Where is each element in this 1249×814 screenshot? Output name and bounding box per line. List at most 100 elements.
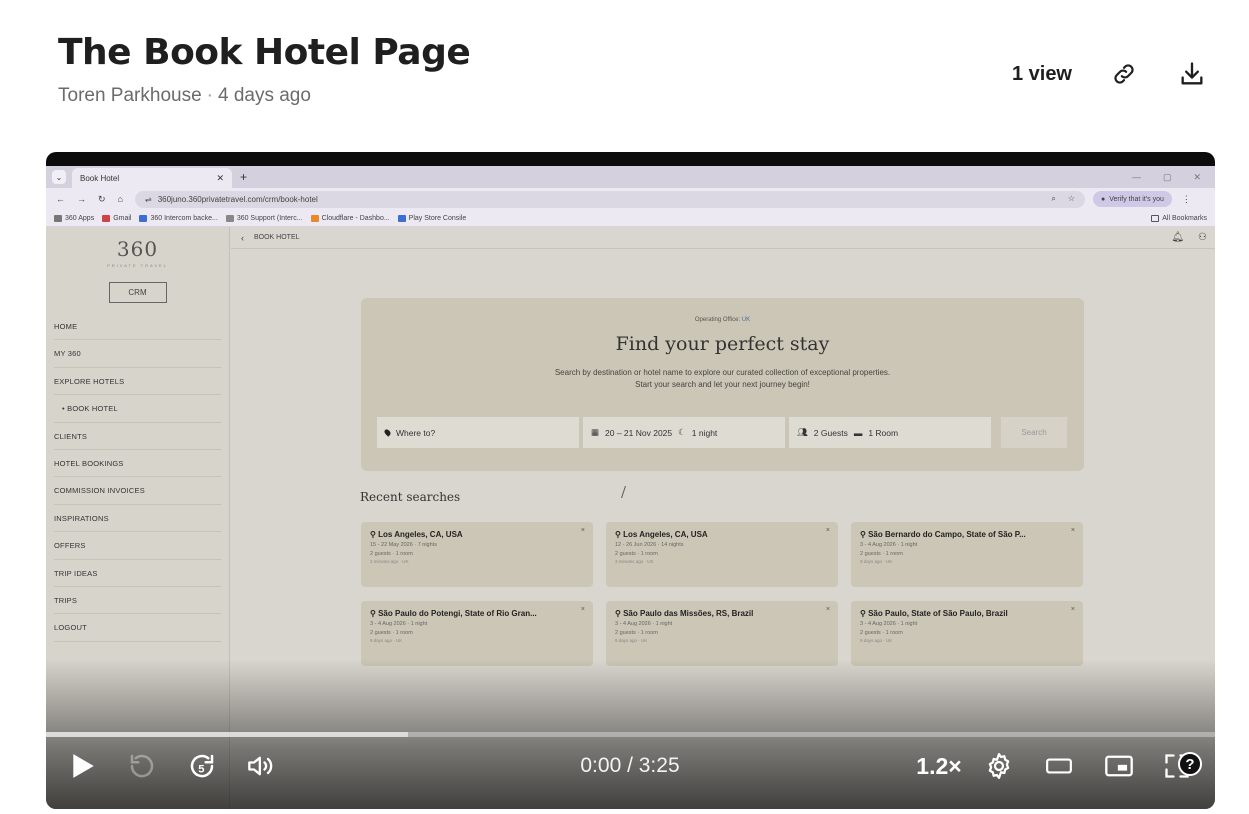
calendar-icon: ▦ bbox=[591, 427, 600, 437]
operating-office: Operating Office: UK bbox=[694, 317, 751, 323]
tab-title: Book Hotel bbox=[80, 173, 120, 183]
player-controls: 5 0:00 / 3:25 1.2× bbox=[46, 740, 1215, 800]
verify-label: Verify that it's you bbox=[1109, 195, 1164, 203]
bookmark-item: 360 Support (Interc... bbox=[225, 214, 303, 222]
map-pin-icon bbox=[383, 428, 392, 437]
link-icon[interactable] bbox=[1108, 58, 1140, 90]
svg-text:5: 5 bbox=[198, 763, 204, 775]
profile-chip: ● Verify that it's you bbox=[1092, 191, 1172, 207]
window-controls: — ▢ ✕ bbox=[1131, 171, 1201, 182]
card-dates: 3 - 4 Aug 2026 · 1 night bbox=[370, 621, 428, 627]
recent-search-card: × ⚲ Los Angeles, CA, USA 12 - 26 Jun 202… bbox=[606, 522, 838, 587]
sidebar-item: MY 360 bbox=[54, 340, 221, 368]
search-heading: Find your perfect stay bbox=[615, 333, 830, 355]
guests-icon: 👥︎ bbox=[797, 427, 808, 437]
browser-tab: Book Hotel ✕ bbox=[72, 168, 232, 188]
sidebar-menu: HOME MY 360 EXPLORE HOTELS • BOOK HOTEL … bbox=[46, 313, 229, 642]
more-icon: ⋮ bbox=[1181, 193, 1191, 204]
sidebar-item: EXPLORE HOTELS bbox=[54, 368, 221, 396]
progress-buffered bbox=[46, 732, 409, 737]
close-icon: × bbox=[1070, 606, 1075, 613]
card-location: ⚲ São Paulo, State of São Paulo, Brazil bbox=[860, 609, 1008, 618]
address-bar: ← → ↻ ⌂ ⇌ 360juno.360privatetravel.com/crm/… bbox=[46, 188, 1215, 210]
card-dates: 3 - 4 Aug 2026 · 1 night bbox=[860, 621, 918, 627]
app-logo: 360 bbox=[116, 237, 159, 261]
card-location: ⚲ Los Angeles, CA, USA bbox=[370, 530, 463, 539]
guests-value: 2 Guests bbox=[813, 427, 848, 438]
rooms-value: 1 Room bbox=[868, 427, 899, 438]
view-count[interactable]: 1 view bbox=[1012, 63, 1072, 86]
office-value: UK bbox=[741, 317, 751, 323]
page-header: The Book Hotel Page Toren Parkhouse · 4 da… bbox=[58, 32, 1208, 122]
app-topbar: ‹ BOOK HOTEL 🔔︎ ⚇ bbox=[231, 227, 1215, 249]
rewind-icon[interactable] bbox=[124, 750, 160, 782]
site-info-icon: ⇌ bbox=[144, 194, 152, 204]
dates-field: ▦ 20 – 21 Nov 2025 ☾ 1 night bbox=[583, 417, 785, 448]
moon-icon: ☾ bbox=[678, 427, 686, 437]
bookmarks-bar: 360 Apps Gmail 360 Intercom backe... 360… bbox=[46, 210, 1215, 227]
help-icon[interactable]: ? bbox=[1178, 752, 1202, 776]
sidebar-item: CLIENTS bbox=[54, 423, 221, 450]
sidebar-item-label: BOOK HOTEL bbox=[67, 404, 118, 414]
bookmark-item: Play Store Consile bbox=[397, 214, 466, 222]
destination-placeholder: Where to? bbox=[396, 427, 436, 438]
forward-5-icon[interactable]: 5 bbox=[184, 750, 220, 782]
download-icon[interactable] bbox=[1176, 58, 1208, 90]
card-dates: 15 - 22 May 2026 · 7 nights bbox=[370, 542, 437, 548]
card-guests: 2 guests · 1 room bbox=[860, 630, 903, 636]
picture-in-picture-icon[interactable] bbox=[1102, 750, 1136, 782]
sidebar-item: INSPIRATIONS bbox=[54, 505, 221, 533]
recent-search-card: × ⚲ Los Angeles, CA, USA 15 - 22 May 202… bbox=[361, 522, 593, 587]
sidebar-item: LOGOUT bbox=[54, 614, 221, 642]
browser-tabbar: ⌄ Book Hotel ✕ + — ▢ ✕ bbox=[46, 166, 1215, 188]
progress-bar[interactable] bbox=[46, 732, 1215, 737]
card-location: ⚲ São Paulo das Missões, RS, Brazil bbox=[615, 609, 754, 618]
play-icon[interactable] bbox=[66, 750, 100, 782]
recent-search-card: × ⚲ São Paulo do Potengi, State of Rio G… bbox=[361, 601, 593, 666]
card-guests: 2 guests · 1 room bbox=[615, 630, 658, 636]
sidebar-item-active: • BOOK HOTEL bbox=[54, 395, 221, 423]
close-icon: × bbox=[580, 527, 585, 534]
card-guests: 2 guests · 1 room bbox=[615, 551, 658, 557]
card-guests: 2 guests · 1 room bbox=[860, 551, 903, 557]
search-panel: Operating Office: UK Find your perfect s… bbox=[361, 298, 1084, 471]
card-ago: 9 days ago · UK bbox=[860, 638, 893, 643]
card-ago: 3 minutes ago · UK bbox=[615, 559, 654, 564]
card-dates: 12 - 26 Jun 2026 · 14 nights bbox=[615, 542, 684, 548]
gear-icon[interactable] bbox=[982, 750, 1016, 782]
author-name[interactable]: Toren Parkhouse bbox=[58, 85, 202, 106]
card-ago: 9 days ago · UK bbox=[615, 638, 648, 643]
sidebar-item: TRIPS bbox=[54, 587, 221, 615]
mouse-cursor-icon bbox=[621, 486, 633, 498]
search-description: Search by destination or hotel name to e… bbox=[554, 368, 891, 389]
close-icon: ✕ bbox=[216, 172, 224, 183]
search-button: Search bbox=[1001, 417, 1067, 448]
card-dates: 3 - 4 Aug 2026 · 1 night bbox=[860, 542, 918, 548]
star-icon: ☆ bbox=[1067, 194, 1075, 203]
recent-search-card: × ⚲ São Paulo, State of São Paulo, Brazi… bbox=[851, 601, 1083, 666]
playback-speed[interactable]: 1.2× bbox=[912, 750, 966, 782]
theater-mode-icon[interactable] bbox=[1042, 750, 1076, 782]
url-field: ⇌ 360juno.360privatetravel.com/crm/book-… bbox=[134, 190, 1085, 208]
sidebar-item: HOTEL BOOKINGS bbox=[54, 450, 221, 478]
card-ago: 2 minutes ago · UK bbox=[370, 559, 409, 564]
video-player[interactable]: ⌄ Book Hotel ✕ + — ▢ ✕ ← → ↻ ⌂ ⇌ 360juno.360p… bbox=[46, 152, 1215, 809]
zoom-icon: ⌕ bbox=[1051, 194, 1056, 203]
crm-button: CRM bbox=[108, 282, 167, 303]
card-location: ⚲ São Paulo do Potengi, State of Rio Gra… bbox=[370, 609, 537, 618]
plus-icon: + bbox=[240, 170, 248, 184]
card-guests: 2 guests · 1 room bbox=[370, 551, 413, 557]
nav-buttons: ← → ↻ ⌂ bbox=[56, 193, 123, 204]
all-bookmarks: All Bookmarks bbox=[1151, 214, 1207, 222]
meta-separator: · bbox=[206, 85, 213, 106]
bell-icon: 🔔︎ bbox=[1171, 232, 1185, 243]
sidebar-item: TRIP IDEAS bbox=[54, 560, 221, 587]
recent-search-card: × ⚲ São Paulo das Missões, RS, Brazil 3 … bbox=[606, 601, 838, 666]
nights-value: 1 night bbox=[691, 427, 718, 438]
time-display: 0:00 / 3:25 bbox=[580, 754, 680, 777]
chevron-left-icon: ‹ bbox=[241, 232, 244, 243]
volume-icon[interactable] bbox=[242, 750, 280, 782]
card-location: ⚲ Los Angeles, CA, USA bbox=[615, 530, 708, 539]
header-actions: 1 view bbox=[1012, 58, 1208, 90]
bookmark-item: Gmail bbox=[102, 214, 131, 222]
